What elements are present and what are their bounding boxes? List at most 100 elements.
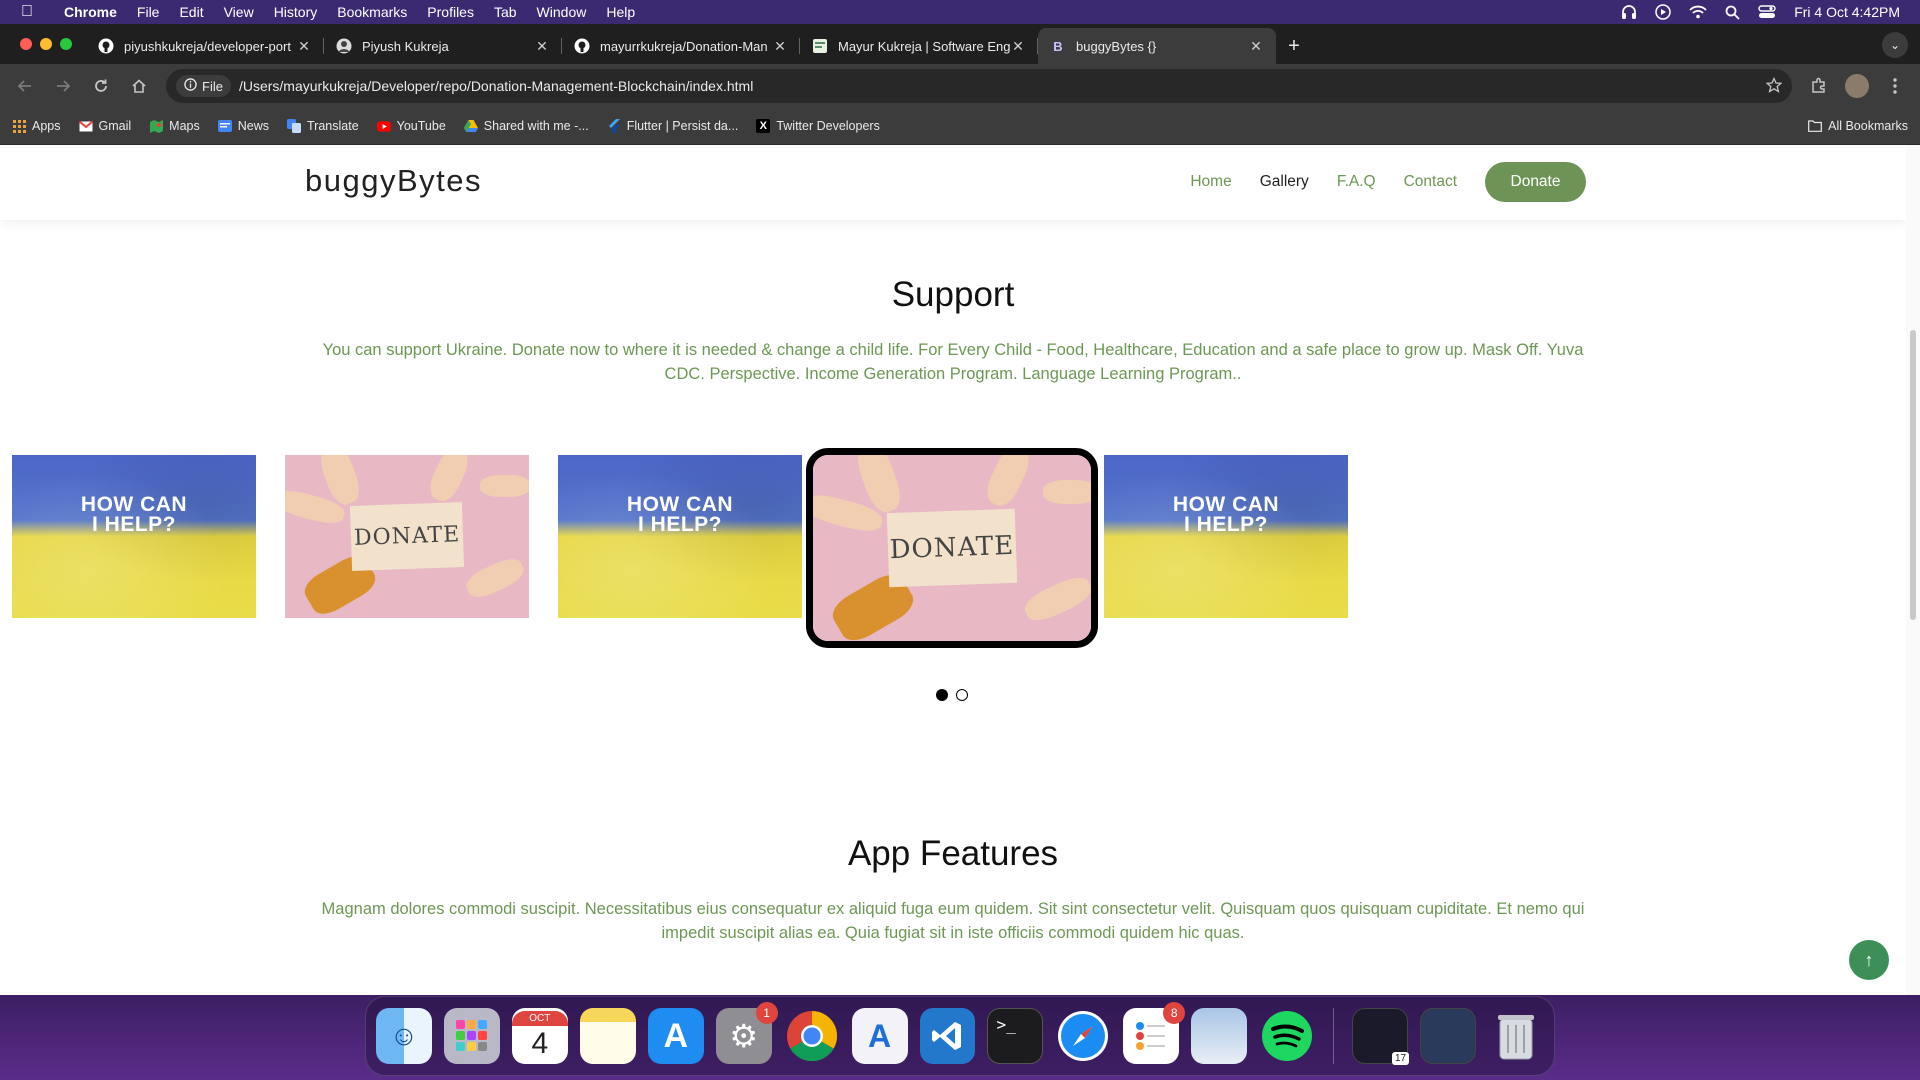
control-center-icon[interactable] xyxy=(1758,5,1776,19)
gallery-slide-help[interactable]: HOW CAN I HELP? xyxy=(12,455,256,618)
all-bookmarks[interactable]: All Bookmarks xyxy=(1808,119,1908,133)
vscode-icon[interactable] xyxy=(919,1008,976,1064)
menu-help[interactable]: Help xyxy=(596,4,645,20)
preview-icon[interactable] xyxy=(1191,1008,1248,1064)
bookmark-flutter[interactable]: Flutter | Persist da... xyxy=(607,119,738,133)
reminders-icon[interactable]: 8 xyxy=(1123,1002,1186,1064)
close-tab-icon[interactable]: ✕ xyxy=(534,38,550,55)
bookmark-translate[interactable]: Translate xyxy=(287,119,359,133)
menu-tab[interactable]: Tab xyxy=(484,4,527,20)
gallery-slide-help[interactable]: HOW CAN I HELP? xyxy=(1104,455,1348,618)
maps-icon xyxy=(149,119,163,133)
nav-faq[interactable]: F.A.Q xyxy=(1323,173,1390,191)
spotify-icon[interactable] xyxy=(1259,1008,1315,1064)
tab-developer-portfolio[interactable]: piyushkukreja/developer-port ✕ xyxy=(86,28,324,64)
bookmark-label: Shared with me -... xyxy=(483,119,589,133)
dock-separator xyxy=(1333,1008,1335,1064)
bookmark-gmail[interactable]: Gmail xyxy=(78,119,131,133)
tab-mayur-kukreja[interactable]: Mayur Kukreja | Software Eng ✕ xyxy=(800,28,1038,64)
scrollbar-thumb[interactable] xyxy=(1910,330,1916,620)
slide-text-line2: I HELP? xyxy=(1183,513,1268,536)
tab-buggybytes[interactable]: B buggyBytes {} ✕ xyxy=(1038,28,1276,64)
chrome-icon[interactable] xyxy=(784,1008,840,1064)
minimized-window-safari[interactable] xyxy=(1420,1008,1476,1064)
forward-arrow-icon[interactable] xyxy=(46,69,80,103)
site-info-chip[interactable]: File xyxy=(176,75,231,97)
bookmark-shared-with-me[interactable]: Shared with me -... xyxy=(463,119,589,133)
menu-history[interactable]: History xyxy=(264,4,328,20)
notes-icon[interactable] xyxy=(579,1008,636,1064)
site-icon xyxy=(812,38,828,54)
gallery-slide-help[interactable]: HOW CAN I HELP? xyxy=(558,455,802,618)
wifi-icon[interactable] xyxy=(1689,5,1707,19)
close-window-button[interactable] xyxy=(20,38,32,50)
menu-app-name[interactable]: Chrome xyxy=(54,4,127,20)
x-icon: X xyxy=(756,119,771,133)
menu-profiles[interactable]: Profiles xyxy=(417,4,484,20)
back-to-top-button[interactable]: ↑ xyxy=(1849,940,1889,980)
tab-piyush-kukreja[interactable]: Piyush Kukreja ✕ xyxy=(324,28,562,64)
nav-home[interactable]: Home xyxy=(1176,173,1245,191)
bookmark-youtube[interactable]: YouTube xyxy=(376,119,446,133)
donate-button[interactable]: Donate xyxy=(1485,162,1586,202)
zoom-window-button[interactable] xyxy=(60,38,72,50)
menubar-datetime[interactable]: Fri 4 Oct 4:42PM xyxy=(1794,4,1900,20)
play-circle-icon[interactable] xyxy=(1655,4,1671,20)
flutter-icon xyxy=(607,119,621,133)
back-arrow-icon[interactable] xyxy=(8,69,42,103)
minimized-window-calendar[interactable]: 17 xyxy=(1352,1008,1410,1065)
drive-icon xyxy=(463,119,478,133)
carousel-dot-2[interactable] xyxy=(956,689,968,701)
headphones-icon[interactable] xyxy=(1621,4,1637,20)
menu-window[interactable]: Window xyxy=(527,4,597,20)
nav-gallery[interactable]: Gallery xyxy=(1246,173,1323,191)
new-tab-button[interactable]: + xyxy=(1276,28,1312,64)
launchpad-icon[interactable] xyxy=(443,1008,500,1064)
bookmark-news[interactable]: News xyxy=(217,119,269,133)
instruments-icon[interactable]: A xyxy=(851,1008,908,1064)
terminal-icon[interactable]: >_ xyxy=(987,1008,1044,1064)
bookmark-maps[interactable]: Maps xyxy=(149,119,200,133)
menu-edit[interactable]: Edit xyxy=(169,4,213,20)
bookmark-label: Twitter Developers xyxy=(776,119,880,133)
profile-avatar[interactable] xyxy=(1840,69,1874,103)
system-settings-icon[interactable]: ⚙ 1 xyxy=(715,1002,778,1064)
safari-icon[interactable] xyxy=(1055,1008,1111,1064)
slide-text-line2: I HELP? xyxy=(91,513,176,536)
page-scrollbar[interactable] xyxy=(1906,145,1920,995)
close-tab-icon[interactable]: ✕ xyxy=(1248,38,1264,55)
gallery-slide-donate[interactable]: DONATE xyxy=(285,455,529,618)
finder-icon[interactable]: ☺ xyxy=(376,1008,432,1064)
calendar-icon[interactable]: OCT 4 xyxy=(511,1008,568,1064)
extensions-puzzle-icon[interactable] xyxy=(1802,69,1836,103)
gallery-slide-donate-active[interactable]: DONATE xyxy=(806,448,1098,648)
close-tab-icon[interactable]: ✕ xyxy=(296,38,312,55)
menu-view[interactable]: View xyxy=(214,4,264,20)
minimize-window-button[interactable] xyxy=(40,38,52,50)
support-text: You can support Ukraine. Donate now to w… xyxy=(322,341,1584,383)
spotlight-search-icon[interactable] xyxy=(1725,5,1740,20)
reload-icon[interactable] xyxy=(84,69,118,103)
address-bar[interactable]: File /Users/mayurkukreja/Developer/repo/… xyxy=(166,69,1792,103)
bookmark-twitter-developers[interactable]: X Twitter Developers xyxy=(756,119,880,133)
apps-grid-icon xyxy=(12,119,26,133)
close-tab-icon[interactable]: ✕ xyxy=(772,38,788,55)
trash-icon[interactable] xyxy=(1488,1008,1544,1064)
chrome-menu-kebab-icon[interactable] xyxy=(1878,69,1912,103)
menu-bookmarks[interactable]: Bookmarks xyxy=(327,4,417,20)
bookmark-label: Apps xyxy=(32,119,61,133)
tab-search-chevron-icon[interactable]: ⌄ xyxy=(1882,32,1908,58)
bookmark-label: News xyxy=(237,119,269,133)
bookmark-apps[interactable]: Apps xyxy=(12,119,61,133)
url-text[interactable]: /Users/mayurkukreja/Developer/repo/Donat… xyxy=(239,78,1766,94)
app-store-icon[interactable]: A xyxy=(647,1008,704,1064)
close-tab-icon[interactable]: ✕ xyxy=(1010,38,1026,55)
tab-donation-management[interactable]: mayurrkukreja/Donation-Man ✕ xyxy=(562,28,800,64)
menu-file[interactable]: File xyxy=(127,4,170,20)
home-icon[interactable] xyxy=(122,69,156,103)
apple-menu-icon[interactable]:  xyxy=(0,3,54,21)
bookmark-star-icon[interactable] xyxy=(1765,76,1783,96)
nav-contact[interactable]: Contact xyxy=(1390,173,1471,191)
carousel-dot-1[interactable] xyxy=(936,689,948,701)
site-logo[interactable]: buggyBytes xyxy=(305,163,482,199)
